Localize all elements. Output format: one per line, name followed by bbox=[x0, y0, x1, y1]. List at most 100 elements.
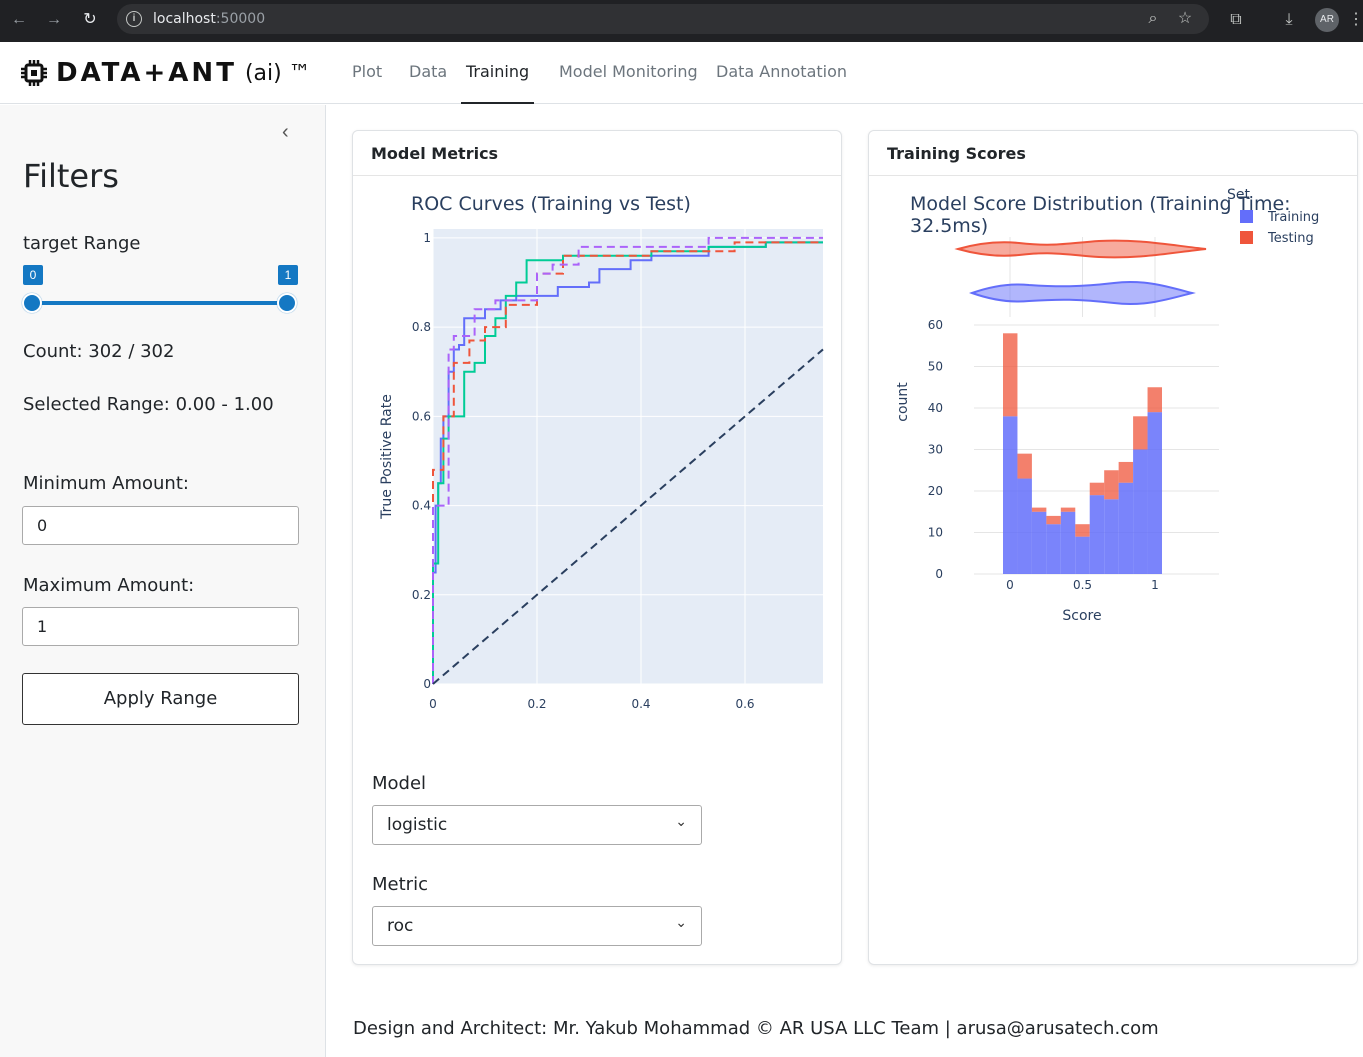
roc-plot-area bbox=[433, 229, 823, 684]
score-distribution-chart[interactable]: 0 10 20 30 40 50 60 0 0.5 1 Score count Set Training T… bbox=[869, 177, 1357, 637]
hist-bar-training bbox=[1133, 449, 1148, 574]
brand-logo[interactable]: DATA+ANT (ai) ™ bbox=[20, 58, 311, 88]
hist-bar-training bbox=[1147, 412, 1162, 574]
tab-data[interactable]: Data bbox=[409, 42, 447, 104]
hist-bar-training bbox=[1003, 416, 1018, 574]
tab-data-annotation[interactable]: Data Annotation bbox=[716, 42, 847, 104]
roc-chart[interactable]: 00.20.40.600.20.40.60.81False Positive R… bbox=[353, 177, 841, 737]
hist-bar-testing bbox=[1017, 453, 1032, 479]
count-text: Count: 302 / 302 bbox=[23, 341, 175, 362]
roc-y-tick-label: 1 bbox=[423, 231, 431, 245]
hist-bar-testing bbox=[1046, 515, 1061, 525]
reload-icon[interactable]: ↻ bbox=[79, 9, 101, 31]
roc-y-tick-label: 0.2 bbox=[412, 588, 431, 602]
extensions-icon[interactable]: ⧉ bbox=[1225, 9, 1247, 31]
hist-bar-training bbox=[1089, 495, 1105, 574]
apply-range-button[interactable]: Apply Range bbox=[22, 673, 299, 725]
slider-max-tooltip: 1 bbox=[278, 265, 298, 285]
hist-y-tick-label: 10 bbox=[928, 526, 943, 540]
legend-swatch-training bbox=[1240, 210, 1253, 223]
zoom-icon[interactable]: ⌕ bbox=[1142, 8, 1164, 30]
browser-toolbar: ← → ↻ i localhost:50000 ⌕ ☆ ⧉ ⤓ AR ⋮ bbox=[0, 0, 1363, 42]
training-scores-header: Training Scores bbox=[869, 131, 1357, 176]
bookmark-star-icon[interactable]: ☆ bbox=[1174, 8, 1196, 30]
hist-y-tick-label: 30 bbox=[928, 443, 943, 457]
hist-x-tick-label: 0.5 bbox=[1073, 578, 1092, 592]
hist-bar-testing bbox=[1075, 524, 1090, 537]
roc-y-tick-label: 0.8 bbox=[412, 320, 431, 334]
tab-model-monitoring[interactable]: Model Monitoring bbox=[559, 42, 698, 104]
metric-select-value: roc bbox=[387, 916, 414, 936]
chevron-down-icon: ⌄ bbox=[675, 814, 687, 830]
hist-bar-testing bbox=[1003, 333, 1018, 417]
chip-icon bbox=[21, 60, 47, 86]
min-amount-input[interactable]: 0 bbox=[22, 506, 299, 545]
hist-y-tick-label: 40 bbox=[928, 401, 943, 415]
profile-avatar[interactable]: AR bbox=[1315, 8, 1339, 32]
hist-bar-testing bbox=[1104, 470, 1119, 500]
slider-min-tooltip: 0 bbox=[23, 265, 43, 285]
forward-icon[interactable]: → bbox=[43, 9, 65, 31]
hist-bar-training bbox=[1104, 499, 1119, 574]
app-navbar: DATA+ANT (ai) ™ Plot Data Training Model… bbox=[0, 42, 1363, 104]
brand-name: DATA+ANT bbox=[56, 58, 237, 88]
filters-sidebar: ‹ Filters target Range 0 1 Count: 302 / … bbox=[0, 105, 326, 1057]
back-icon[interactable]: ← bbox=[8, 9, 30, 31]
hist-bar-training bbox=[1118, 482, 1134, 574]
hist-x-tick-label: 0 bbox=[1006, 578, 1014, 592]
hist-bar-training bbox=[1046, 524, 1061, 574]
footer-text: Design and Architect: Mr. Yakub Mohammad… bbox=[353, 1018, 1159, 1039]
hist-bar-training bbox=[1031, 511, 1047, 574]
brand-suffix: (ai) ™ bbox=[244, 60, 311, 86]
roc-y-axis-label: True Positive Rate bbox=[379, 394, 395, 520]
model-select[interactable]: logistic ⌄ bbox=[372, 805, 702, 845]
chevron-down-icon: ⌄ bbox=[675, 915, 687, 931]
violin-testing bbox=[954, 239, 1207, 259]
hist-bar-testing bbox=[1133, 416, 1148, 450]
model-metrics-header: Model Metrics bbox=[353, 131, 841, 176]
hist-bar-testing bbox=[1060, 507, 1076, 512]
tab-plot[interactable]: Plot bbox=[352, 42, 382, 104]
hist-bar-testing bbox=[1031, 507, 1047, 512]
hist-y-axis-label: count bbox=[895, 382, 911, 422]
selected-range-text: Selected Range: 0.00 - 1.00 bbox=[23, 394, 274, 415]
roc-y-tick-label: 0.4 bbox=[412, 499, 431, 513]
roc-x-tick-label: 0.2 bbox=[527, 697, 546, 711]
download-icon[interactable]: ⤓ bbox=[1278, 9, 1300, 31]
hist-bar-testing bbox=[1147, 387, 1162, 413]
metric-label: Metric bbox=[372, 874, 428, 895]
hist-bar-training bbox=[1060, 511, 1076, 574]
metric-select[interactable]: roc ⌄ bbox=[372, 906, 702, 946]
hist-bar-training bbox=[1075, 536, 1090, 574]
legend-swatch-testing bbox=[1240, 231, 1253, 244]
hist-y-tick-label: 60 bbox=[928, 318, 943, 332]
hist-bar-testing bbox=[1118, 461, 1134, 483]
roc-y-tick-label: 0 bbox=[423, 677, 431, 691]
roc-x-tick-label: 0.4 bbox=[631, 697, 650, 711]
site-info-icon[interactable]: i bbox=[126, 11, 142, 27]
slider-max-handle[interactable] bbox=[277, 293, 297, 313]
hist-x-tick-label: 1 bbox=[1151, 578, 1159, 592]
filters-title: Filters bbox=[23, 157, 119, 195]
menu-icon[interactable]: ⋮ bbox=[1345, 9, 1363, 31]
address-bar[interactable]: i localhost:50000 ⌕ ☆ bbox=[117, 4, 1209, 34]
roc-x-tick-label: 0.6 bbox=[735, 697, 754, 711]
range-label: target Range bbox=[23, 233, 141, 254]
hist-x-axis-label: Score bbox=[1062, 608, 1101, 624]
slider-min-handle[interactable] bbox=[22, 293, 42, 313]
max-amount-label: Maximum Amount: bbox=[23, 575, 195, 596]
range-slider-track[interactable] bbox=[33, 301, 288, 305]
hist-bar-training bbox=[1017, 478, 1032, 574]
max-amount-input[interactable]: 1 bbox=[22, 607, 299, 646]
tab-training[interactable]: Training bbox=[461, 42, 535, 104]
collapse-sidebar-icon[interactable]: ‹ bbox=[282, 121, 289, 144]
legend-label-training: Training bbox=[1267, 210, 1319, 225]
roc-y-tick-label: 0.6 bbox=[412, 409, 431, 423]
hist-y-tick-label: 50 bbox=[928, 360, 943, 374]
model-label: Model bbox=[372, 773, 427, 794]
legend-label-testing: Testing bbox=[1267, 231, 1314, 246]
hist-y-tick-label: 0 bbox=[935, 567, 943, 581]
model-metrics-card: Model Metrics ROC Curves (Training vs Te… bbox=[352, 130, 842, 965]
training-scores-card: Training Scores Model Score Distribution… bbox=[868, 130, 1358, 965]
legend-title: Set bbox=[1227, 187, 1251, 203]
